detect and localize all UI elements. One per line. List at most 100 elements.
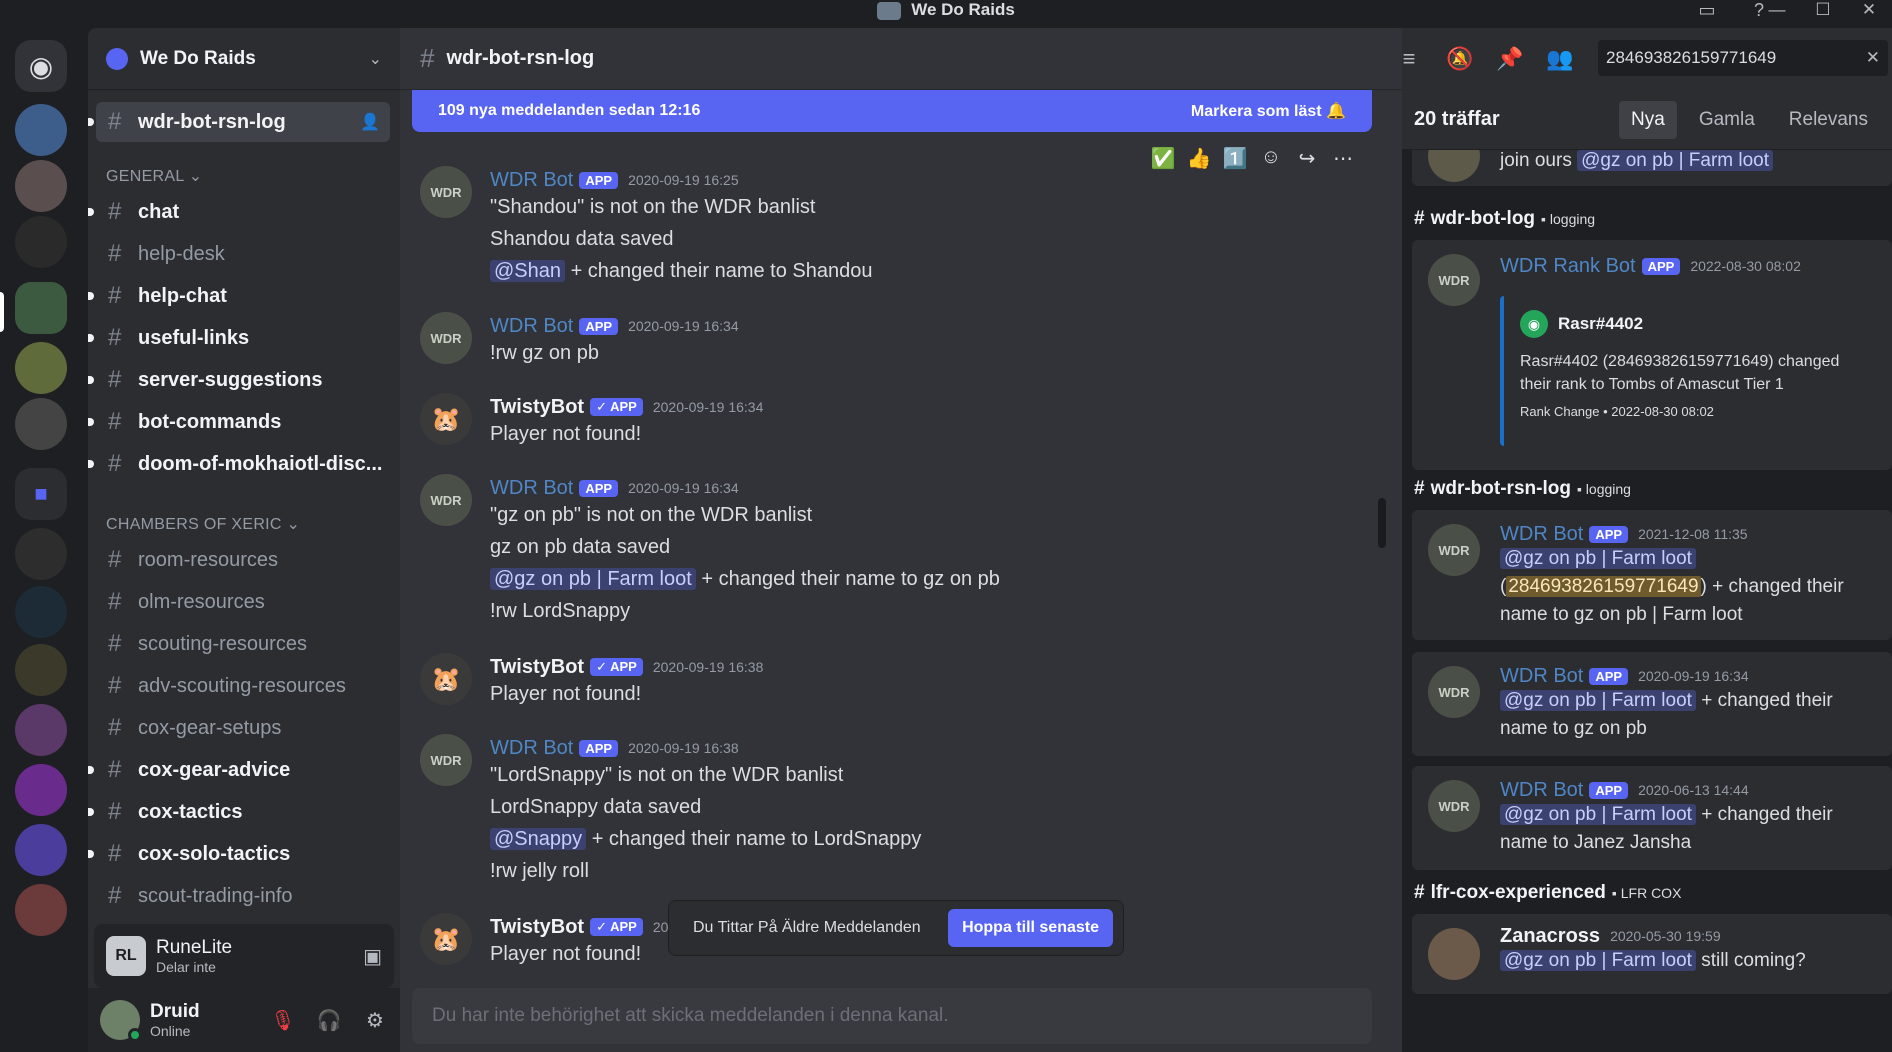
- user-mention[interactable]: @gz on pb | Farm loot: [1500, 690, 1696, 711]
- channel-item[interactable]: # useful-links: [88, 318, 390, 358]
- close-window-button[interactable]: ✕: [1846, 0, 1892, 28]
- folder-icon[interactable]: ■: [15, 468, 67, 520]
- message-author[interactable]: TwistyBot: [490, 656, 584, 679]
- message-author[interactable]: TwistyBot: [490, 396, 584, 419]
- minimize-button[interactable]: —: [1754, 0, 1800, 28]
- channel-item[interactable]: # adv-scouting-resources: [96, 666, 390, 706]
- message-author[interactable]: WDR Bot: [490, 477, 573, 500]
- home-button[interactable]: ◉: [15, 40, 67, 92]
- avatar[interactable]: WDR: [420, 474, 472, 526]
- channel-item[interactable]: # bot-commands: [88, 402, 390, 442]
- user-mention[interactable]: @Snappy: [490, 828, 587, 850]
- microphone-muted-icon[interactable]: 🎙: [270, 1008, 296, 1033]
- avatar[interactable]: 🐹: [420, 393, 472, 445]
- user-mention[interactable]: @gz on pb | Farm loot: [1500, 804, 1696, 825]
- server-icon[interactable]: [15, 884, 67, 936]
- server-icon[interactable]: [15, 104, 67, 156]
- server-icon[interactable]: [15, 160, 67, 212]
- maximize-button[interactable]: ☐: [1800, 0, 1846, 28]
- search-result[interactable]: WDR WDR Bot APP 2020-09-19 16:34 @gz on …: [1412, 652, 1892, 756]
- message-author[interactable]: TwistyBot: [490, 916, 584, 939]
- message-composer: Du har inte behörighet att skicka meddel…: [412, 988, 1372, 1044]
- channel-item[interactable]: # help-chat: [88, 276, 390, 316]
- timestamp: 2020-09-19 16:34: [628, 318, 739, 334]
- server-icon[interactable]: [15, 586, 67, 638]
- search-result[interactable]: WDR WDR Bot APP 2021-12-08 11:35 @gz on …: [1412, 510, 1892, 640]
- user-mention[interactable]: @gz on pb | Farm loot: [1500, 548, 1696, 569]
- channel-item[interactable]: # cox-tactics: [88, 792, 390, 832]
- message-author: WDR Bot: [1500, 522, 1584, 545]
- avatar[interactable]: 🐹: [420, 653, 472, 705]
- new-messages-banner[interactable]: 109 nya meddelanden sedan 12:16 Markera …: [412, 90, 1372, 132]
- category-general[interactable]: GENERAL ⌄: [106, 166, 202, 186]
- category-label: ▪ logging: [1576, 481, 1631, 497]
- channel-item[interactable]: # cox-gear-setups: [96, 708, 390, 748]
- search-result[interactable]: Zanacross 2020-05-30 19:59 @gz on pb | F…: [1412, 914, 1892, 994]
- result-channel-header[interactable]: # wdr-bot-rsn-log ▪ logging: [1414, 478, 1631, 500]
- user-mention[interactable]: @Shan: [490, 260, 566, 282]
- avatar[interactable]: [100, 1000, 142, 1042]
- headphones-icon[interactable]: 🎧: [316, 1008, 342, 1033]
- pin-icon[interactable]: 📌: [1496, 46, 1523, 72]
- server-icon[interactable]: [15, 704, 67, 756]
- avatar[interactable]: WDR: [420, 312, 472, 364]
- verified-app-badge: ✓ APP: [590, 658, 643, 676]
- message-author[interactable]: WDR Bot: [490, 315, 573, 338]
- user-panel: Druid Online 🎙 🎧 ⚙: [88, 988, 400, 1052]
- timestamp: 2020-09-19 16:25: [628, 172, 739, 188]
- gear-icon[interactable]: ⚙: [362, 1008, 388, 1033]
- server-icon[interactable]: [15, 342, 67, 394]
- tab-relevance[interactable]: Relevans: [1777, 101, 1880, 139]
- tab-oldest[interactable]: Gamla: [1687, 101, 1767, 139]
- server-icon[interactable]: [15, 644, 67, 696]
- channel-item[interactable]: # cox-solo-tactics: [88, 834, 390, 874]
- message-author[interactable]: WDR Bot: [490, 169, 573, 192]
- result-channel-header[interactable]: # wdr-bot-log ▪ logging: [1414, 208, 1595, 230]
- active-server-indicator: [0, 292, 4, 332]
- server-icon[interactable]: [15, 398, 67, 450]
- user-mention[interactable]: @gz on pb | Farm loot: [1500, 950, 1696, 971]
- tab-newest[interactable]: Nya: [1619, 100, 1677, 139]
- notification-bell-muted-icon[interactable]: 🔕: [1446, 46, 1473, 72]
- channel-item[interactable]: # server-suggestions: [88, 360, 390, 400]
- channel-item[interactable]: # help-desk: [96, 234, 390, 274]
- server-header[interactable]: We Do Raids ⌄: [88, 28, 400, 90]
- result-line: join ours @gz on pb | Farm loot: [1500, 150, 1774, 172]
- channel-item[interactable]: # room-resources: [96, 540, 390, 580]
- channel-item-active[interactable]: # wdr-bot-rsn-log 👤: [88, 102, 390, 142]
- channel-item[interactable]: # scout-trading-info: [96, 876, 390, 916]
- inbox-icon[interactable]: ▭: [1694, 0, 1720, 22]
- avatar[interactable]: WDR: [420, 734, 472, 786]
- result-channel-header[interactable]: # lfr-cox-experienced ▪ LFR COX: [1414, 882, 1681, 904]
- server-icon[interactable]: [15, 824, 67, 876]
- channel-item[interactable]: # chat: [88, 192, 390, 232]
- clear-search-icon[interactable]: ✕: [1866, 48, 1880, 68]
- search-result[interactable]: WDR WDR Bot APP 2020-06-13 14:44 @gz on …: [1412, 766, 1892, 870]
- screen-share-icon[interactable]: ▣: [363, 944, 382, 969]
- channel-item[interactable]: # olm-resources: [96, 582, 390, 622]
- add-member-icon[interactable]: 👤: [360, 112, 380, 132]
- avatar[interactable]: 🐹: [420, 913, 472, 965]
- server-icon-we-do-raids[interactable]: [15, 282, 67, 334]
- server-icon[interactable]: [15, 216, 67, 268]
- channel-item[interactable]: # cox-gear-advice: [88, 750, 390, 790]
- user-mention[interactable]: @gz on pb | Farm loot: [1577, 150, 1774, 171]
- message-author[interactable]: WDR Bot: [490, 737, 573, 760]
- avatar[interactable]: WDR: [420, 166, 472, 218]
- search-result[interactable]: join ours @gz on pb | Farm loot: [1412, 150, 1892, 186]
- user-mention[interactable]: @gz on pb | Farm loot: [490, 568, 696, 590]
- channel-item[interactable]: # doom-of-mokhaiotl-disc...: [88, 444, 390, 484]
- search-result[interactable]: WDR WDR Rank Bot APP 2022-08-30 08:02 ◉ R…: [1412, 240, 1892, 470]
- chat-area: # wdr-bot-rsn-log 109 nya meddelanden se…: [400, 28, 1402, 1052]
- members-icon[interactable]: 👥: [1546, 46, 1573, 72]
- category-chambers-of-xeric[interactable]: CHAMBERS OF XERIC ⌄: [106, 514, 300, 534]
- server-icon[interactable]: [15, 528, 67, 580]
- jump-to-present-button[interactable]: Hoppa till senaste: [948, 909, 1113, 947]
- result-line: name to gz on pb | Farm loot: [1500, 604, 1743, 625]
- channel-item[interactable]: # scouting-resources: [96, 624, 390, 664]
- server-icon[interactable]: [15, 764, 67, 816]
- search-input[interactable]: 284693826159771649 ✕: [1598, 40, 1888, 76]
- mark-as-read-button[interactable]: Markera som läst 🔔: [1191, 101, 1346, 121]
- scrollbar[interactable]: [1378, 498, 1386, 548]
- threads-icon[interactable]: ≡: [1396, 46, 1422, 72]
